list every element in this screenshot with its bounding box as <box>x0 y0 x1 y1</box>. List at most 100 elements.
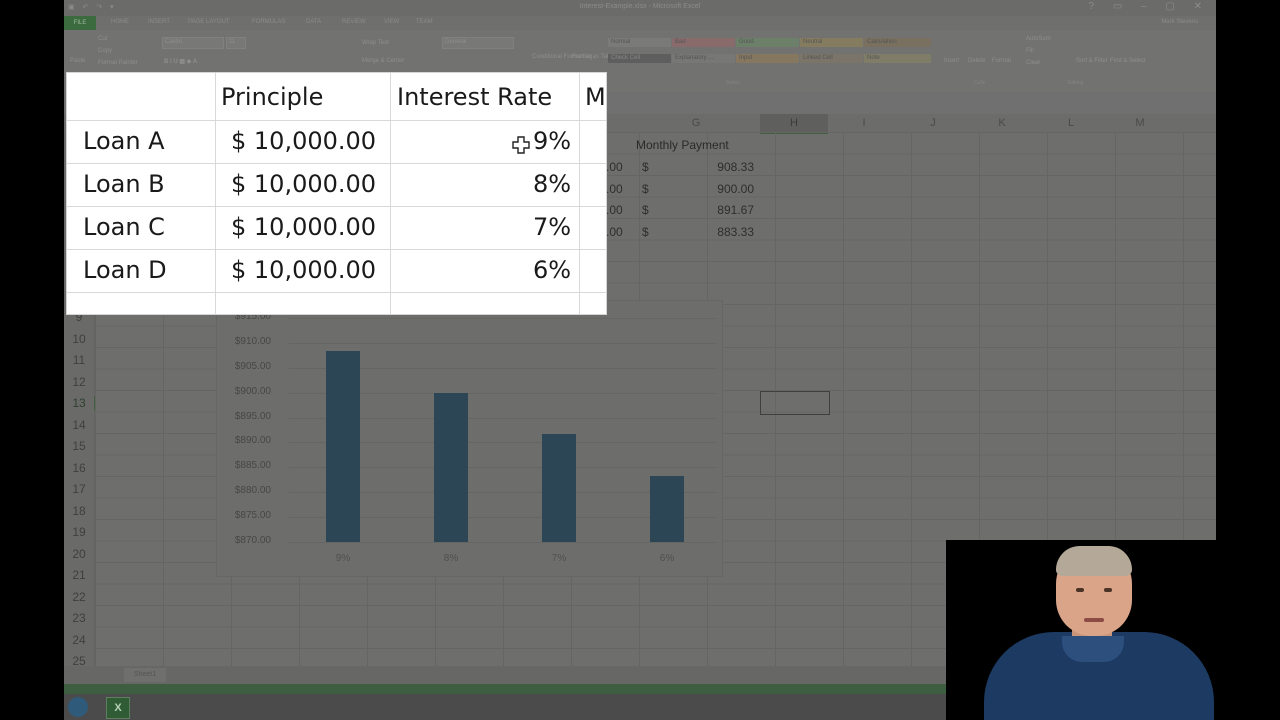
row-header-13[interactable]: 13 <box>64 396 96 410</box>
loan-d-label[interactable]: Loan D <box>83 256 167 284</box>
partial-cell[interactable]: .00 <box>606 225 623 239</box>
header-interest-rate[interactable]: Interest Rate <box>397 83 552 111</box>
tab-view[interactable]: VIEW <box>384 19 399 25</box>
number-format-box[interactable]: General <box>442 37 514 49</box>
ribbon-tabs: FILE HOME INSERT PAGE LAYOUT FORMULAS DA… <box>64 16 1216 30</box>
webcam-presenter <box>946 540 1216 720</box>
row-header-20[interactable]: 20 <box>64 547 94 561</box>
delete-cells-button[interactable]: Delete <box>968 58 985 64</box>
gridline <box>289 542 717 543</box>
format-cells-button[interactable]: Format <box>992 58 1011 64</box>
row-header-15[interactable]: 15 <box>64 439 94 453</box>
header-monthly-payment[interactable]: M <box>585 83 606 111</box>
copy-button[interactable]: Copy <box>98 48 112 54</box>
column-divider <box>579 73 580 314</box>
window-title: Interest-Example.xlsx - Microsoft Excel <box>579 3 701 10</box>
bar-9pct[interactable] <box>326 351 360 542</box>
style-normal[interactable]: Normal <box>608 38 671 47</box>
row-header-16[interactable]: 16 <box>64 461 94 475</box>
loan-a-label[interactable]: Loan A <box>83 127 165 155</box>
row-header-17[interactable]: 17 <box>64 482 94 496</box>
style-note[interactable]: Note <box>864 54 931 63</box>
wrap-text-button[interactable]: Wrap Text <box>362 40 389 46</box>
row-header-23[interactable]: 23 <box>64 611 94 625</box>
row-header-22[interactable]: 22 <box>64 590 94 604</box>
row-header-19[interactable]: 19 <box>64 525 94 539</box>
monthly-payment-value[interactable]: 900.00 <box>694 182 754 196</box>
bar-7pct[interactable] <box>542 434 576 542</box>
loan-d-rate[interactable]: 6% <box>533 256 571 284</box>
tab-review[interactable]: REVIEW <box>342 19 366 25</box>
loan-b-label[interactable]: Loan B <box>83 170 165 198</box>
monthly-payment-value[interactable]: 891.67 <box>694 203 754 217</box>
autosum-button[interactable]: AutoSum <box>1026 36 1051 42</box>
loan-c-rate[interactable]: 7% <box>533 213 571 241</box>
loan-b-principle[interactable]: $ 10,000.00 <box>231 170 376 198</box>
windows-start-icon[interactable] <box>68 697 88 717</box>
row-header-18[interactable]: 18 <box>64 504 94 518</box>
column-header-h[interactable]: H <box>760 114 828 134</box>
window-controls[interactable]: ? ▭ – ▢ ✕ <box>1088 1 1210 12</box>
monthly-payment-value[interactable]: 908.33 <box>694 160 754 174</box>
style-good[interactable]: Good <box>736 38 799 47</box>
partial-cell[interactable]: .00 <box>606 203 623 217</box>
font-name-box[interactable]: Calibri <box>162 37 224 49</box>
row-header-11[interactable]: 11 <box>64 353 94 367</box>
tab-home[interactable]: HOME <box>111 19 129 25</box>
tab-page-layout[interactable]: PAGE LAYOUT <box>188 19 229 25</box>
column-header-g[interactable]: G <box>662 117 730 129</box>
excel-taskbar-icon[interactable]: X <box>106 697 130 719</box>
format-toolbar-icons[interactable]: B I U ▦ ◆ A <box>164 58 197 65</box>
user-name[interactable]: Mark Stevens <box>1161 19 1198 25</box>
column-header-m[interactable]: M <box>1106 117 1174 129</box>
loan-d-principle[interactable]: $ 10,000.00 <box>231 256 376 284</box>
row-header-10[interactable]: 10 <box>64 332 94 346</box>
style-calculation[interactable]: Calculation <box>864 38 931 47</box>
row-header-21[interactable]: 21 <box>64 568 94 582</box>
tab-file[interactable]: FILE <box>64 16 96 30</box>
bar-6pct[interactable] <box>650 475 684 542</box>
loan-a-rate[interactable]: 9% <box>533 127 571 155</box>
clear-button[interactable]: Clear <box>1026 60 1040 66</box>
monthly-payment-chart[interactable]: $915.00 $910.00 $905.00 $900.00 $895.00 $890.… <box>216 300 723 577</box>
find-select-button[interactable]: Find & Select <box>1110 58 1146 64</box>
monthly-payment-header[interactable]: Monthly Payment <box>636 138 729 152</box>
tab-data[interactable]: DATA <box>306 19 321 25</box>
column-header-j[interactable]: J <box>899 117 967 129</box>
sort-filter-button[interactable]: Sort & Filter <box>1076 58 1108 64</box>
style-input[interactable]: Input <box>736 54 799 63</box>
column-header-l[interactable]: L <box>1037 117 1105 129</box>
merge-center-button[interactable]: Merge & Center <box>362 58 404 64</box>
style-neutral[interactable]: Neutral <box>800 38 863 47</box>
loan-b-rate[interactable]: 8% <box>533 170 571 198</box>
loan-c-principle[interactable]: $ 10,000.00 <box>231 213 376 241</box>
monthly-payment-value[interactable]: 883.33 <box>694 225 754 239</box>
cut-button[interactable]: Cut <box>98 36 107 42</box>
row-header-12[interactable]: 12 <box>64 375 94 389</box>
row-header-14[interactable]: 14 <box>64 418 94 432</box>
partial-cell[interactable]: .00 <box>606 182 623 196</box>
insert-cells-button[interactable]: Insert <box>944 58 959 64</box>
loan-c-label[interactable]: Loan C <box>83 213 165 241</box>
column-header-i[interactable]: I <box>830 117 898 129</box>
fill-button[interactable]: Fill <box>1026 48 1034 54</box>
style-explanatory[interactable]: Explanatory ... <box>672 54 735 63</box>
tab-insert[interactable]: INSERT <box>148 19 170 25</box>
row-header-24[interactable]: 24 <box>64 633 94 647</box>
partial-cell[interactable]: .00 <box>606 160 623 174</box>
column-header-k[interactable]: K <box>968 117 1036 129</box>
tab-team[interactable]: TEAM <box>416 19 433 25</box>
tab-formulas[interactable]: FORMULAS <box>252 19 285 25</box>
sheet-tab-sheet1[interactable]: Sheet1 <box>124 668 166 682</box>
font-size-box[interactable]: 11 <box>226 37 246 49</box>
format-painter-button[interactable]: Format Painter <box>98 60 138 66</box>
style-check-cell[interactable]: Check Cell <box>608 54 671 63</box>
header-principle[interactable]: Principle <box>221 83 323 111</box>
bar-8pct[interactable] <box>434 392 468 542</box>
x-tick-label: 7% <box>551 553 567 564</box>
style-bad[interactable]: Bad <box>672 38 735 47</box>
loan-a-principle[interactable]: $ 10,000.00 <box>231 127 376 155</box>
selected-cell-h13[interactable] <box>760 391 830 415</box>
paste-button[interactable]: Paste <box>70 58 85 64</box>
style-linked-cell[interactable]: Linked Cell <box>800 54 863 63</box>
